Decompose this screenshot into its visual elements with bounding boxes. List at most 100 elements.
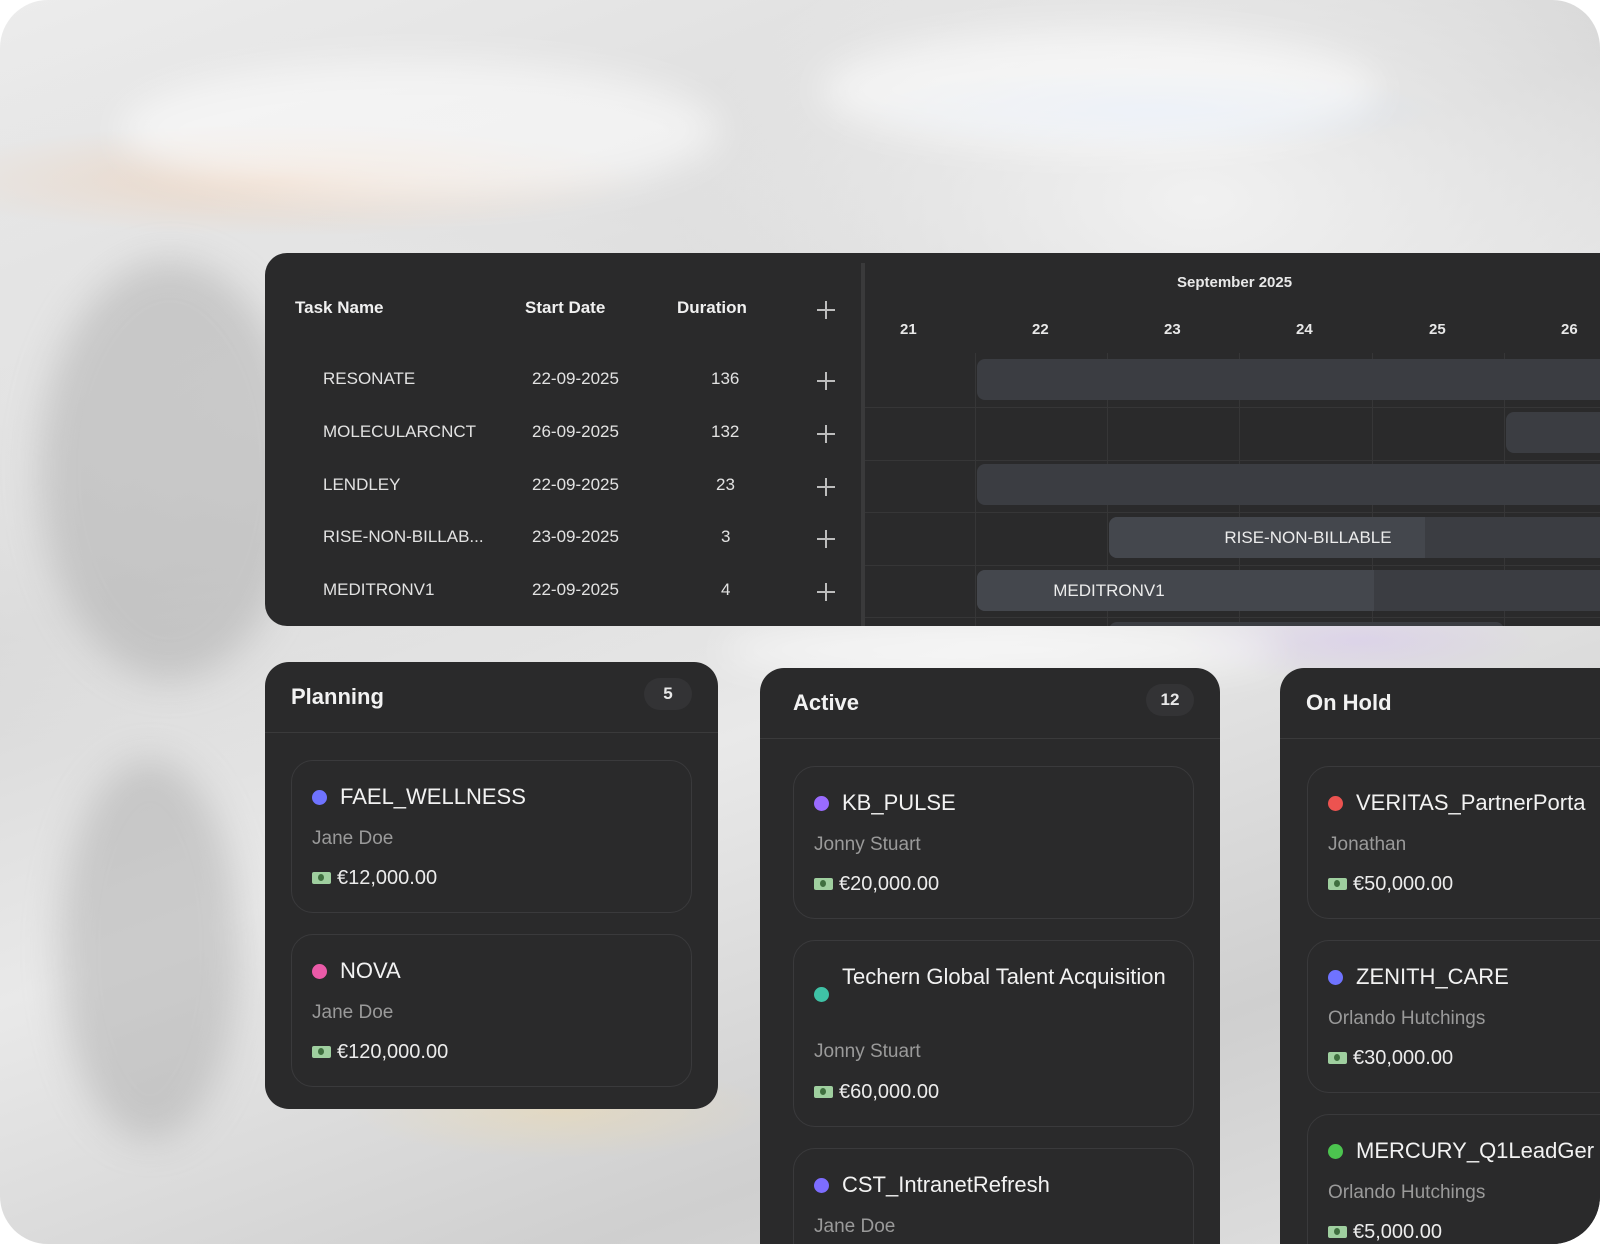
timeline-day: 21 bbox=[900, 321, 917, 338]
status-dot bbox=[1328, 796, 1343, 811]
project-card[interactable]: CST_IntranetRefresh Jane Doe bbox=[793, 1148, 1194, 1244]
timeline: September 2025 21 22 23 24 25 26 RISE-NO… bbox=[865, 253, 1600, 626]
project-card[interactable]: KB_PULSE Jonny Stuart €20,000.00 bbox=[793, 766, 1194, 919]
task-name: RESONATE bbox=[323, 369, 416, 388]
card-amount: €50,000.00 bbox=[1328, 873, 1453, 896]
column-header: On Hold bbox=[1280, 668, 1600, 739]
project-card[interactable]: VERITAS_PartnerPorta Jonathan €50,000.00 bbox=[1307, 766, 1600, 919]
add-subtask-icon[interactable] bbox=[817, 583, 835, 601]
card-owner: Jane Doe bbox=[312, 1002, 394, 1023]
task-bar-label: MEDITRONV1 bbox=[1053, 581, 1165, 600]
background: Task Name Start Date Duration RESONATE 2… bbox=[0, 0, 1600, 1244]
task-start: 22-09-2025 bbox=[532, 580, 619, 599]
task-duration: 3 bbox=[721, 527, 731, 546]
project-card[interactable]: Techern Global Talent Acquisition Jonny … bbox=[793, 940, 1194, 1127]
card-amount: €5,000.00 bbox=[1328, 1221, 1442, 1244]
task-name: RISE-NON-BILLAB... bbox=[323, 527, 484, 546]
task-start: 22-09-2025 bbox=[532, 475, 619, 494]
card-amount-value: €12,000.00 bbox=[337, 867, 438, 889]
grid-line bbox=[865, 460, 1600, 461]
task-grid: Task Name Start Date Duration RESONATE 2… bbox=[265, 253, 860, 626]
task-bar-meditronv1[interactable]: MEDITRONV1 bbox=[977, 570, 1600, 611]
fabric-shadow bbox=[60, 760, 240, 1140]
task-name: MOLECULARCNCT bbox=[323, 422, 477, 441]
status-dot bbox=[814, 796, 829, 811]
card-amount: €20,000.00 bbox=[814, 873, 939, 896]
status-dot bbox=[814, 1178, 829, 1193]
task-bar-molecularcnct[interactable] bbox=[1506, 412, 1600, 453]
card-title: FAEL_WELLNESS bbox=[340, 784, 526, 809]
task-duration: 132 bbox=[711, 422, 740, 441]
add-subtask-icon[interactable] bbox=[817, 530, 835, 548]
timeline-day: 24 bbox=[1296, 321, 1313, 338]
card-amount-value: €50,000.00 bbox=[1353, 873, 1454, 895]
task-bar-partial[interactable] bbox=[1109, 622, 1504, 626]
card-amount: €60,000.00 bbox=[814, 1081, 939, 1104]
kanban-column-active: Active 12 KB_PULSE Jonny Stuart €20,000.… bbox=[760, 668, 1220, 1244]
column-header: Active 12 bbox=[760, 668, 1220, 739]
timeline-day: 23 bbox=[1164, 321, 1181, 338]
card-owner: Jane Doe bbox=[814, 1216, 896, 1237]
card-amount-value: €20,000.00 bbox=[839, 873, 940, 895]
card-title: MERCURY_Q1LeadGer bbox=[1356, 1138, 1595, 1163]
card-owner: Jonny Stuart bbox=[814, 1041, 921, 1062]
banknote-icon bbox=[814, 1086, 833, 1098]
table-row[interactable]: LENDLEY 22-09-2025 23 bbox=[265, 461, 860, 513]
project-card[interactable]: NOVA Jane Doe €120,000.00 bbox=[291, 934, 692, 1087]
task-duration: 23 bbox=[716, 475, 735, 494]
card-owner: Jonathan bbox=[1328, 834, 1407, 855]
column-count-badge: 5 bbox=[644, 678, 692, 710]
table-row[interactable]: RESONATE 22-09-2025 136 bbox=[265, 355, 860, 407]
timeline-day: 26 bbox=[1561, 321, 1578, 338]
table-row[interactable]: MOLECULARCNCT 26-09-2025 132 bbox=[265, 408, 860, 460]
banknote-icon bbox=[312, 1046, 331, 1058]
add-subtask-icon[interactable] bbox=[817, 478, 835, 496]
task-name: LENDLEY bbox=[323, 475, 401, 494]
card-amount: €30,000.00 bbox=[1328, 1047, 1453, 1070]
header-start-date[interactable]: Start Date bbox=[525, 298, 605, 318]
header-duration[interactable]: Duration bbox=[677, 298, 747, 318]
kanban-column-on-hold: On Hold VERITAS_PartnerPorta Jonathan €5… bbox=[1280, 668, 1600, 1244]
card-owner: Orlando Hutchings bbox=[1328, 1008, 1486, 1029]
task-bar-resonate[interactable] bbox=[977, 359, 1600, 400]
column-title: Planning bbox=[291, 684, 384, 709]
timeline-day: 22 bbox=[1032, 321, 1049, 338]
kanban-column-planning: Planning 5 FAEL_WELLNESS Jane Doe €12,00… bbox=[265, 662, 718, 1109]
project-card[interactable]: MERCURY_Q1LeadGer Orlando Hutchings €5,0… bbox=[1307, 1114, 1600, 1244]
table-row[interactable]: RISE-NON-BILLAB... 23-09-2025 3 bbox=[265, 513, 860, 565]
project-card[interactable]: ZENITH_CARE Orlando Hutchings €30,000.00 bbox=[1307, 940, 1600, 1093]
status-dot bbox=[1328, 1144, 1343, 1159]
card-amount-value: €120,000.00 bbox=[337, 1041, 449, 1063]
grid-line bbox=[865, 617, 1600, 618]
banknote-icon bbox=[814, 878, 833, 890]
card-amount-value: €30,000.00 bbox=[1353, 1047, 1454, 1069]
card-title: CST_IntranetRefresh bbox=[842, 1172, 1050, 1197]
grid-line bbox=[865, 512, 1600, 513]
card-amount: €120,000.00 bbox=[312, 1041, 448, 1064]
card-amount-value: €60,000.00 bbox=[839, 1081, 940, 1103]
status-dot bbox=[312, 964, 327, 979]
timeline-day: 25 bbox=[1429, 321, 1446, 338]
card-title: NOVA bbox=[340, 958, 401, 983]
task-start: 23-09-2025 bbox=[532, 527, 619, 546]
column-count-badge: 12 bbox=[1146, 684, 1194, 716]
table-row[interactable]: MEDITRONV1 22-09-2025 4 bbox=[265, 566, 860, 618]
banknote-icon bbox=[1328, 878, 1347, 890]
status-dot bbox=[312, 790, 327, 805]
add-subtask-icon[interactable] bbox=[817, 372, 835, 390]
banknote-icon bbox=[1328, 1052, 1347, 1064]
task-bar-rise-non-billable[interactable]: RISE-NON-BILLABLE bbox=[1109, 517, 1600, 558]
card-owner: Orlando Hutchings bbox=[1328, 1182, 1486, 1203]
card-owner: Jane Doe bbox=[312, 828, 394, 849]
status-dot bbox=[1328, 970, 1343, 985]
fabric-highlight bbox=[120, 60, 720, 200]
add-column-icon[interactable] bbox=[817, 301, 835, 319]
task-bar-lendley[interactable] bbox=[977, 464, 1600, 505]
fabric-shadow bbox=[40, 260, 300, 680]
task-start: 26-09-2025 bbox=[532, 422, 619, 441]
gantt-panel: Task Name Start Date Duration RESONATE 2… bbox=[265, 253, 1600, 626]
task-duration: 4 bbox=[721, 580, 731, 599]
project-card[interactable]: FAEL_WELLNESS Jane Doe €12,000.00 bbox=[291, 760, 692, 913]
header-task-name[interactable]: Task Name bbox=[295, 298, 384, 318]
add-subtask-icon[interactable] bbox=[817, 425, 835, 443]
